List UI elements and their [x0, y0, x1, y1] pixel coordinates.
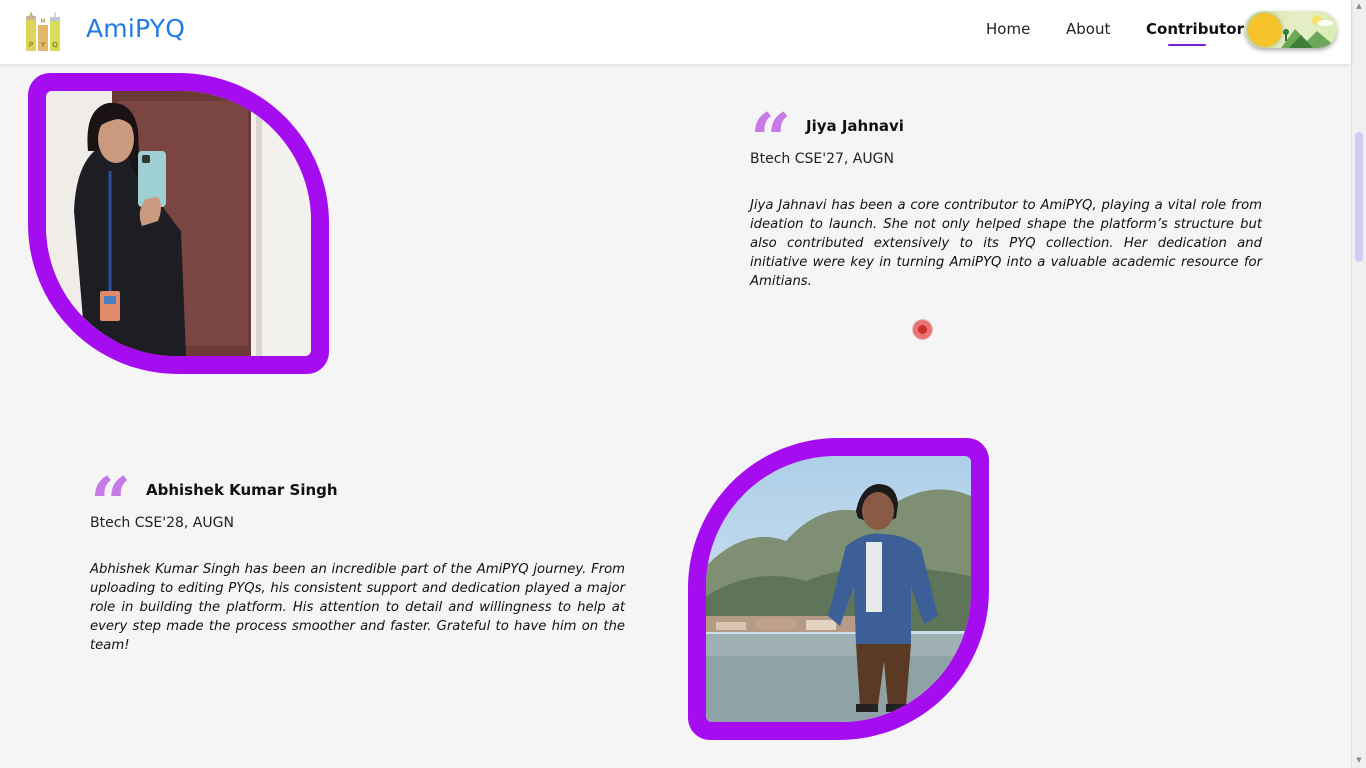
page-scrollbar[interactable]	[1351, 0, 1366, 768]
scrollbar-thumb[interactable]	[1355, 132, 1363, 262]
contributor-photo	[46, 91, 311, 356]
active-nav-underline	[1168, 44, 1206, 46]
logo-letter-i: I	[54, 12, 56, 19]
contributor-bio: Abhishek Kumar Singh has been an incredi…	[90, 562, 625, 653]
landscape-scene-icon	[1281, 15, 1337, 48]
contributor-photo-image	[46, 91, 311, 356]
cursor-indicator	[913, 320, 932, 339]
top-navbar: A M I P Y Q AmiPYQ Home About Contributo…	[0, 0, 1351, 64]
sun-icon	[1248, 13, 1282, 47]
contributor-photo-image	[706, 456, 971, 722]
nav-contributor[interactable]: Contributor	[1146, 20, 1244, 38]
logo-letter-q: Q	[52, 41, 58, 49]
contributor-bio: Jiya Jahnavi has been a core contributor…	[750, 198, 1262, 289]
contributor-name: Jiya Jahnavi	[806, 117, 904, 135]
contributor-photo	[706, 456, 971, 722]
logo-letter-p: P	[29, 41, 33, 49]
nav-home[interactable]: Home	[986, 20, 1030, 38]
scroll-up-arrow-icon[interactable]: ▲	[1354, 2, 1364, 10]
scroll-down-arrow-icon[interactable]: ▼	[1354, 756, 1364, 764]
logo-letter-m: M	[40, 18, 45, 25]
logo-letter-y: Y	[40, 41, 46, 49]
amipyq-logo-icon[interactable]: A M I P Y Q	[24, 11, 62, 51]
contributor-degree: Btech CSE'27, AUGN	[750, 151, 894, 167]
theme-toggle[interactable]	[1245, 11, 1337, 48]
nav-about[interactable]: About	[1066, 20, 1110, 38]
brand-title[interactable]: AmiPYQ	[86, 14, 185, 43]
contributor-name: Abhishek Kumar Singh	[146, 481, 338, 499]
contributor-degree: Btech CSE'28, AUGN	[90, 515, 234, 531]
